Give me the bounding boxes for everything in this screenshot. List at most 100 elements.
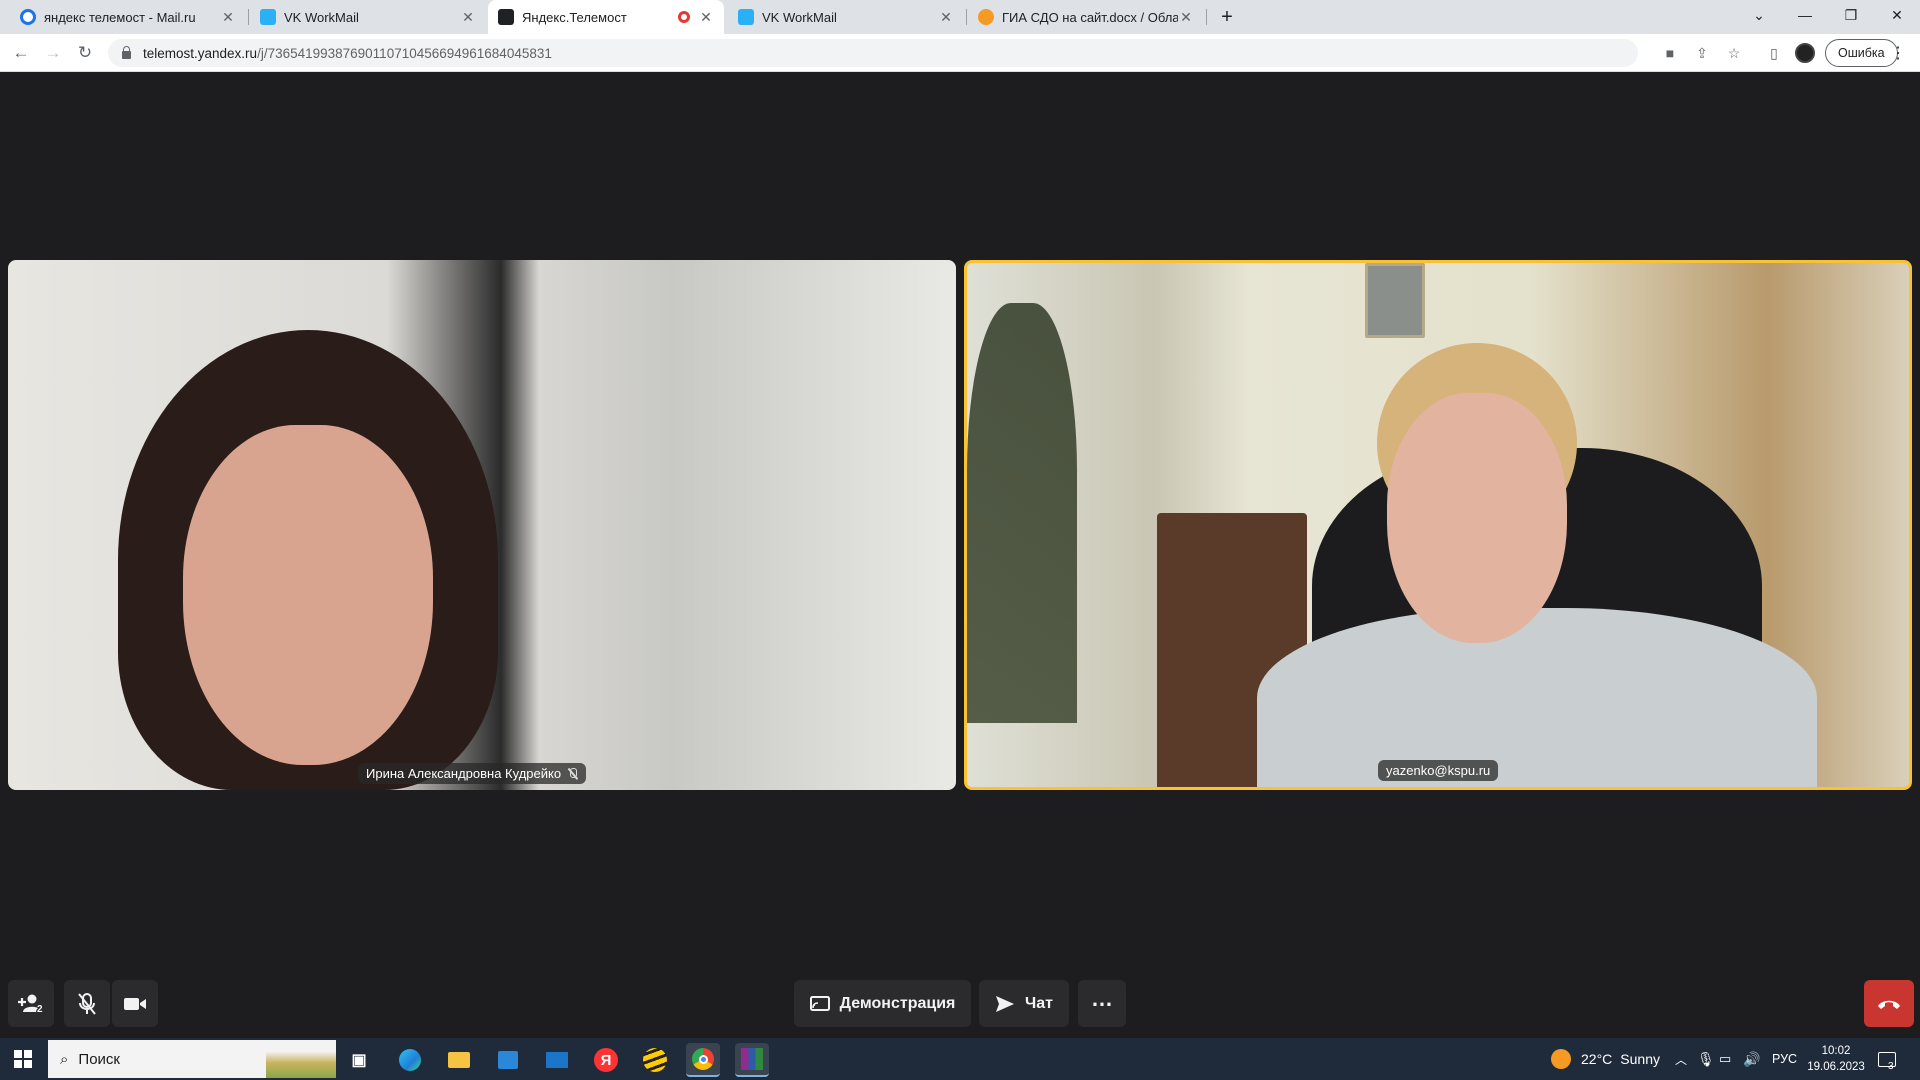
more-options-button[interactable]: … bbox=[1078, 980, 1126, 1027]
camera-in-use-icon[interactable]: ■ bbox=[1660, 43, 1680, 63]
tab-separator bbox=[966, 9, 967, 25]
show-hidden-icons-chevron-icon[interactable]: ︿ bbox=[1675, 1038, 1687, 1080]
camera-toggle-button[interactable] bbox=[112, 980, 158, 1027]
share-icon[interactable]: ⇪ bbox=[1692, 43, 1712, 63]
microphone-toggle-button[interactable] bbox=[64, 980, 110, 1027]
tab-close-icon[interactable]: ✕ bbox=[698, 9, 714, 26]
screen-share-label: Демонстрация bbox=[839, 994, 956, 1012]
tab-cloud-docx[interactable]: ГИА СДО на сайт.docx / Облако ✕ bbox=[968, 0, 1204, 34]
mail-ru-favicon-icon bbox=[20, 9, 36, 25]
task-view-icon[interactable]: ▣ bbox=[342, 1043, 376, 1077]
participant-video-face bbox=[1387, 393, 1567, 643]
search-placeholder: Поиск bbox=[78, 1050, 120, 1068]
hang-up-phone-icon bbox=[1878, 1000, 1900, 1009]
tab-close-icon[interactable]: ✕ bbox=[1178, 9, 1194, 26]
lock-icon bbox=[122, 46, 131, 59]
reload-icon[interactable]: ↻ bbox=[72, 40, 98, 66]
muted-mic-icon bbox=[567, 767, 578, 780]
active-speaker-video-tile[interactable]: yazenko@kspu.ru bbox=[964, 260, 1912, 790]
participant-video-face bbox=[183, 425, 433, 765]
tab-title: ГИА СДО на сайт.docx / Облако bbox=[1002, 9, 1178, 25]
tab-title: яндекс телемост - Mail.ru bbox=[44, 9, 196, 25]
close-window-button[interactable]: ✕ bbox=[1874, 0, 1920, 30]
more-dots-icon: … bbox=[1091, 985, 1113, 1011]
vk-workmail-favicon-icon bbox=[738, 9, 754, 25]
profile-avatar[interactable] bbox=[1795, 43, 1815, 63]
browser-tab-strip: яндекс телемост - Mail.ru ✕ VK WorkMail … bbox=[0, 0, 1920, 34]
tab-separator bbox=[248, 9, 249, 25]
network-icon[interactable]: ▭ bbox=[1719, 1038, 1731, 1080]
telemost-favicon-icon bbox=[498, 9, 514, 25]
participant-body bbox=[1257, 608, 1817, 787]
minimize-button[interactable]: — bbox=[1782, 0, 1828, 30]
windows-start-button[interactable] bbox=[0, 1038, 46, 1080]
browser-toolbar: ← → ↻ telemost.yandex.ru/j/7365419938769… bbox=[0, 34, 1920, 72]
taskbar-search-box[interactable]: ⌕ Поиск bbox=[48, 1040, 336, 1078]
meeting-stage: Ирина Александровна Кудрейко yazenko@ksp… bbox=[0, 72, 1920, 1038]
participant-count-badge: 2 bbox=[37, 1004, 43, 1015]
tab-yandex-telemost[interactable]: Яндекс.Телемост ✕ bbox=[488, 0, 724, 34]
address-bar[interactable]: telemost.yandex.ru/j/7365419938769011071… bbox=[108, 39, 1638, 67]
chat-button[interactable]: Чат bbox=[979, 980, 1069, 1027]
end-call-button[interactable] bbox=[1864, 980, 1914, 1027]
cloud-favicon-icon bbox=[978, 9, 994, 25]
recording-indicator-icon bbox=[678, 11, 690, 23]
clock-date: 19.06.2023 bbox=[1807, 1061, 1865, 1073]
tab-mail-ru[interactable]: яндекс телемост - Mail.ru ✕ bbox=[10, 0, 246, 34]
screen-share-icon bbox=[809, 995, 830, 1011]
windows-logo-icon bbox=[14, 1050, 32, 1068]
notification-center-button[interactable]: 3 bbox=[1878, 1038, 1896, 1080]
bookmark-star-icon[interactable]: ☆ bbox=[1724, 43, 1744, 63]
invite-participants-button[interactable]: 2 bbox=[8, 980, 54, 1027]
yandex-browser-icon[interactable]: Я bbox=[589, 1043, 623, 1077]
mail-icon[interactable] bbox=[540, 1043, 574, 1077]
beeline-icon[interactable] bbox=[638, 1043, 672, 1077]
url-path: /j/7365419938769011071045669496168404583… bbox=[257, 45, 552, 61]
taskbar-clock[interactable]: 10:02 19.06.2023 bbox=[1806, 1043, 1866, 1075]
new-tab-button[interactable]: + bbox=[1212, 0, 1242, 34]
tab-search-chevron-icon[interactable]: ⌄ bbox=[1736, 0, 1782, 30]
search-highlight-illustration bbox=[266, 1040, 336, 1078]
participant-name-tag: yazenko@kspu.ru bbox=[1378, 760, 1499, 781]
participant-video-tile[interactable]: Ирина Александровна Кудрейко bbox=[8, 260, 956, 790]
restore-button[interactable]: ❐ bbox=[1828, 0, 1874, 30]
edge-icon[interactable] bbox=[393, 1043, 427, 1077]
background-plant bbox=[967, 303, 1077, 723]
back-arrow-icon[interactable]: ← bbox=[8, 40, 34, 66]
sync-error-button[interactable]: Ошибка bbox=[1825, 39, 1898, 67]
winrar-icon[interactable] bbox=[735, 1043, 769, 1077]
tab-close-icon[interactable]: ✕ bbox=[938, 9, 954, 26]
weather-widget[interactable]: 22°C Sunny bbox=[1551, 1038, 1660, 1080]
url-domain: telemost.yandex.ru bbox=[143, 45, 258, 61]
background-picture bbox=[1365, 263, 1425, 338]
mic-off-icon bbox=[78, 992, 96, 1015]
sun-icon bbox=[1551, 1049, 1571, 1069]
tab-vk-workmail-1[interactable]: VK WorkMail ✕ bbox=[250, 0, 486, 34]
notification-icon bbox=[1878, 1051, 1896, 1067]
forward-arrow-icon[interactable]: → bbox=[40, 40, 66, 66]
send-arrow-icon bbox=[996, 995, 1014, 1012]
speaker-volume-icon[interactable]: 🔊 bbox=[1743, 1038, 1760, 1080]
side-panel-icon[interactable]: ▯ bbox=[1764, 43, 1784, 63]
browser-menu-icon[interactable]: ⋮ bbox=[1890, 43, 1906, 63]
file-explorer-icon[interactable] bbox=[442, 1043, 476, 1077]
tab-close-icon[interactable]: ✕ bbox=[220, 9, 236, 26]
windows-taskbar: ⌕ Поиск ▣ Я 22°C Sunny ︿ 🎙 ▭ 🔊 РУС 10:02… bbox=[0, 1038, 1920, 1080]
microphone-tray-icon[interactable]: 🎙 bbox=[1697, 1038, 1715, 1080]
tab-vk-workmail-2[interactable]: VK WorkMail ✕ bbox=[728, 0, 964, 34]
store-icon[interactable] bbox=[491, 1043, 525, 1077]
weather-condition: Sunny bbox=[1620, 1051, 1660, 1067]
chrome-icon[interactable] bbox=[686, 1043, 720, 1077]
participant-name: Ирина Александровна Кудрейко bbox=[366, 766, 562, 781]
tab-title: VK WorkMail bbox=[762, 9, 837, 25]
clock-time: 10:02 bbox=[1821, 1045, 1851, 1057]
participant-name-tag: Ирина Александровна Кудрейко bbox=[358, 763, 587, 784]
tab-close-icon[interactable]: ✕ bbox=[460, 9, 476, 26]
video-camera-icon bbox=[124, 997, 146, 1010]
weather-temperature: 22°C bbox=[1581, 1051, 1613, 1067]
tab-title: VK WorkMail bbox=[284, 9, 359, 25]
screen-share-button[interactable]: Демонстрация bbox=[794, 980, 971, 1027]
vk-workmail-favicon-icon bbox=[260, 9, 276, 25]
input-language-indicator[interactable]: РУС bbox=[1772, 1038, 1797, 1080]
tab-title: Яндекс.Телемост bbox=[522, 9, 627, 25]
